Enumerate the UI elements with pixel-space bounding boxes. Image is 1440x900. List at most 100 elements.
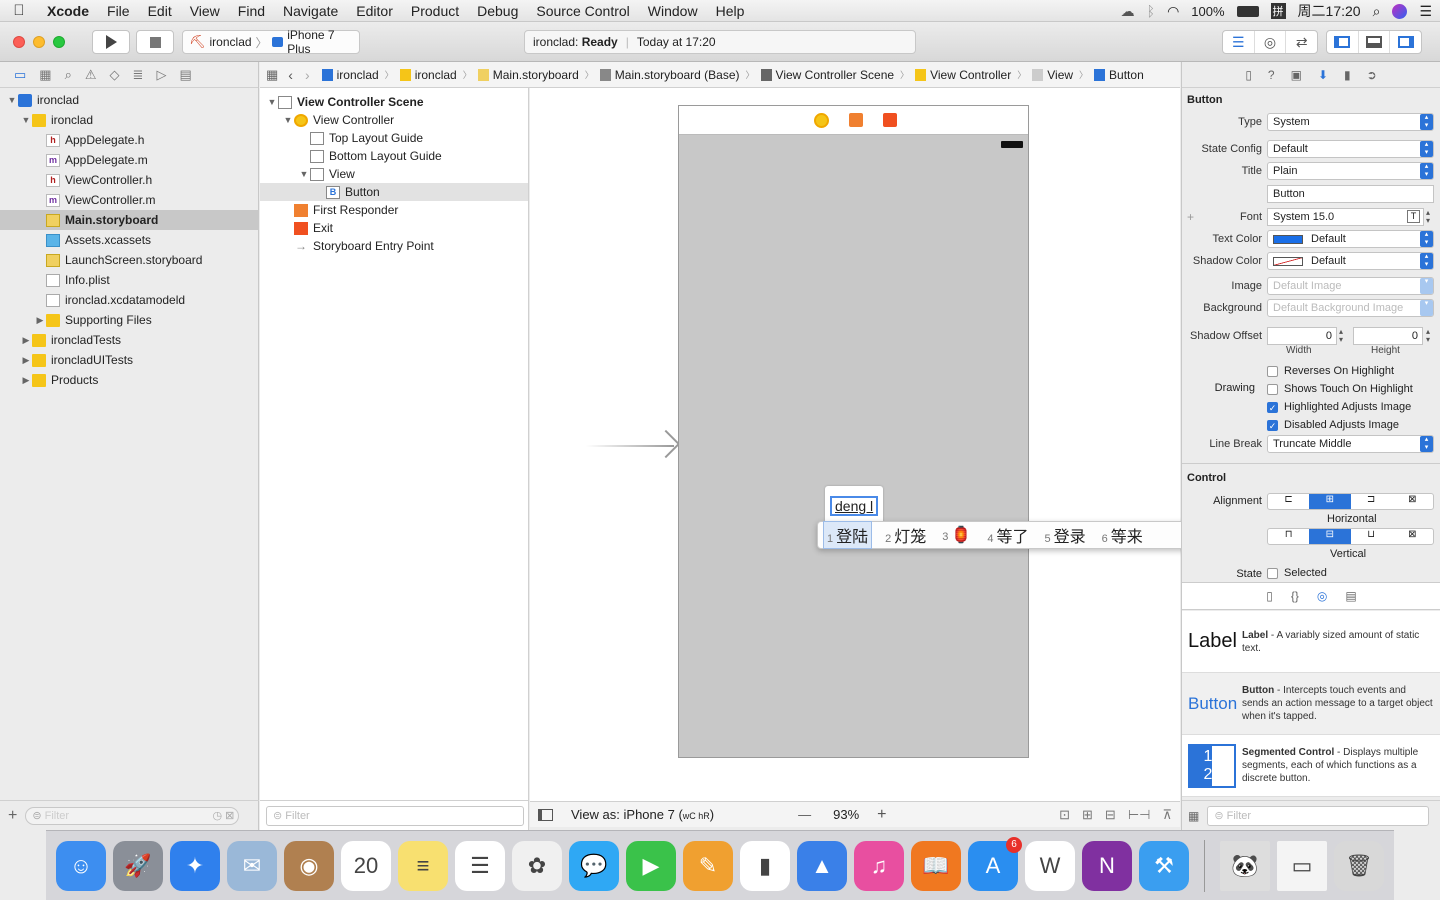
disclosure-triangle-icon[interactable]: ▼ <box>266 97 278 107</box>
align-icon[interactable]: ⊟ <box>1105 807 1116 823</box>
drawing-checkbox[interactable]: ✓ Highlighted Adjusts Image <box>1267 398 1413 416</box>
file-tree-row[interactable]: ▼ ironclad <box>0 110 258 130</box>
file-tree-row[interactable]: h AppDelegate.h <box>0 130 258 150</box>
forward-arrow-icon[interactable]: › <box>305 67 310 83</box>
ime-candidate[interactable]: 1 登陆 <box>823 521 873 549</box>
project-navigator-icon[interactable]: ▭ <box>14 67 26 83</box>
outline-row[interactable]: ▼ View Controller <box>260 111 528 129</box>
font-field[interactable]: System 15.0 T <box>1267 208 1424 226</box>
media-library-icon[interactable]: ▤ <box>1345 589 1356 603</box>
drawing-checkbox[interactable]: Reverses On Highlight <box>1267 362 1413 380</box>
siri-icon[interactable] <box>1392 3 1408 19</box>
shadow-height-field[interactable]: 0 <box>1353 327 1423 345</box>
zoom-out-button[interactable]: — <box>798 807 811 822</box>
stop-button[interactable] <box>136 30 174 54</box>
update-frames-icon[interactable]: ⊡ <box>1059 807 1070 823</box>
file-tree-row[interactable]: m AppDelegate.m <box>0 150 258 170</box>
file-tree-row[interactable]: ▶ ironcladUITests <box>0 350 258 370</box>
drawing-checkbox[interactable]: Shows Touch On Highlight <box>1267 380 1413 398</box>
disclosure-triangle-icon[interactable]: ▼ <box>298 169 310 179</box>
outline-toggle-icon[interactable] <box>538 808 553 821</box>
library-item[interactable]: 1 2 Segmented Control - Displays multiple… <box>1182 735 1440 797</box>
file-tree-row[interactable]: m ViewController.m <box>0 190 258 210</box>
close-window-button[interactable] <box>13 36 25 48</box>
onenote-icon[interactable]: N <box>1082 840 1132 891</box>
menu-editor[interactable]: Editor <box>347 0 402 22</box>
minimize-window-button[interactable] <box>33 36 45 48</box>
file-tree-row[interactable]: Main.storyboard <box>0 210 258 230</box>
file-tree-row[interactable]: Info.plist <box>0 270 258 290</box>
selected-checkbox[interactable]: Selected <box>1267 567 1327 579</box>
find-navigator-icon[interactable]: ⌕ <box>65 67 72 83</box>
bluetooth-icon[interactable]: ᛒ <box>1147 3 1155 19</box>
file-tree-row[interactable]: ▶ ironcladTests <box>0 330 258 350</box>
breakpoint-navigator-icon[interactable]: ▷ <box>156 67 166 83</box>
exit-icon[interactable] <box>883 113 897 127</box>
align-center-icon[interactable]: ⊞ <box>1309 494 1351 509</box>
title-text-field[interactable]: Button <box>1267 185 1434 203</box>
align-fill-icon[interactable]: ⊠ <box>1392 494 1433 509</box>
outline-row[interactable]: ▼ View <box>260 165 528 183</box>
disclosure-triangle-icon[interactable]: ▶ <box>20 335 32 346</box>
align-bottom-icon[interactable]: ⊔ <box>1351 529 1392 544</box>
appstore-icon[interactable]: A6 <box>968 836 1022 891</box>
mail-icon[interactable]: ✉ <box>227 840 277 891</box>
type-popup[interactable]: System ▴ ▾ <box>1267 113 1434 131</box>
library-item[interactable]: Button Button - Intercepts touch events a… <box>1182 673 1440 735</box>
breadcrumb-item[interactable]: Main.storyboard (Base) <box>599 68 740 82</box>
font-picker-icon[interactable]: T <box>1407 210 1420 223</box>
ime-candidate[interactable]: 6 等来 <box>1099 522 1146 548</box>
run-button[interactable] <box>92 30 130 54</box>
shadow-width-field[interactable]: 0 <box>1267 327 1337 345</box>
outline-row[interactable]: Exit <box>260 219 528 237</box>
grid-view-icon[interactable]: ▦ <box>1188 809 1199 823</box>
align-vfill-icon[interactable]: ⊠ <box>1392 529 1433 544</box>
menu-view[interactable]: View <box>181 0 229 22</box>
launchpad-icon[interactable]: 🚀 <box>113 840 163 891</box>
breadcrumb-item[interactable]: View <box>1032 68 1073 82</box>
apple-menu-icon[interactable]:  <box>0 2 38 19</box>
background-combo[interactable]: Default Background Image ▾ <box>1267 299 1434 317</box>
shadow-width-stepper[interactable]: ▴ ▾ <box>1339 328 1343 344</box>
outline-row[interactable]: → Storyboard Entry Point <box>260 237 528 255</box>
embed-in-stack-icon[interactable]: ⊞ <box>1082 807 1093 823</box>
panda-image-icon[interactable]: 🐼 <box>1220 840 1270 891</box>
shadow-color-popup[interactable]: Default ▴ ▾ <box>1267 252 1434 270</box>
outline-filter-input[interactable]: ⊜ Filter <box>266 805 524 826</box>
disclosure-triangle-icon[interactable]: ▼ <box>20 115 32 125</box>
contacts-icon[interactable]: ◉ <box>284 840 334 891</box>
report-navigator-icon[interactable]: ▤ <box>179 67 191 83</box>
outline-row[interactable]: B Button <box>260 183 528 201</box>
trash-icon[interactable]: 🗑 <box>1334 840 1384 891</box>
numbers-icon[interactable]: ▮ <box>740 840 790 891</box>
breadcrumb-item[interactable]: ironclad <box>399 68 457 82</box>
itunes-icon[interactable]: ♫ <box>854 840 904 891</box>
file-tree-row[interactable]: ▼ ironclad <box>0 90 258 110</box>
notes-icon[interactable]: ≡ <box>398 840 448 891</box>
disclosure-triangle-icon[interactable]: ▶ <box>34 315 46 326</box>
battery-label[interactable]: 100% <box>1191 4 1224 19</box>
title-popup[interactable]: Plain ▴ ▾ <box>1267 162 1434 180</box>
onenote-window-icon[interactable]: ▭ <box>1277 840 1327 891</box>
file-tree-row[interactable]: ▶ Supporting Files <box>0 310 258 330</box>
pages-icon[interactable]: ✎ <box>683 840 733 891</box>
zoom-window-button[interactable] <box>53 36 65 48</box>
align-left-icon[interactable]: ⊏ <box>1268 494 1309 509</box>
ibooks-icon[interactable]: 📖 <box>911 840 961 891</box>
source-control-navigator-icon[interactable]: ▦ <box>39 67 51 83</box>
image-combo[interactable]: Default Image ▾ <box>1267 277 1434 295</box>
ime-candidate[interactable]: 5 登录 <box>1041 522 1088 548</box>
debug-area-toggle-icon[interactable] <box>1357 31 1390 53</box>
file-tree-row[interactable]: Assets.xcassets <box>0 230 258 250</box>
assistant-editor-icon[interactable]: ◎ <box>1253 31 1286 53</box>
menu-product[interactable]: Product <box>402 0 468 22</box>
utilities-toggle-icon[interactable] <box>1389 31 1421 53</box>
file-tree-row[interactable]: ▶ Products <box>0 370 258 390</box>
menu-find[interactable]: Find <box>229 0 274 22</box>
breadcrumb-item[interactable]: View Controller <box>915 68 1011 82</box>
font-size-stepper[interactable]: ▴ ▾ <box>1426 209 1430 225</box>
ime-candidate[interactable]: 3 🏮 <box>939 524 974 546</box>
disclosure-triangle-icon[interactable]: ▶ <box>20 375 32 386</box>
file-tree-row[interactable]: h ViewController.h <box>0 170 258 190</box>
keynote-icon[interactable]: ▲ <box>797 840 847 891</box>
